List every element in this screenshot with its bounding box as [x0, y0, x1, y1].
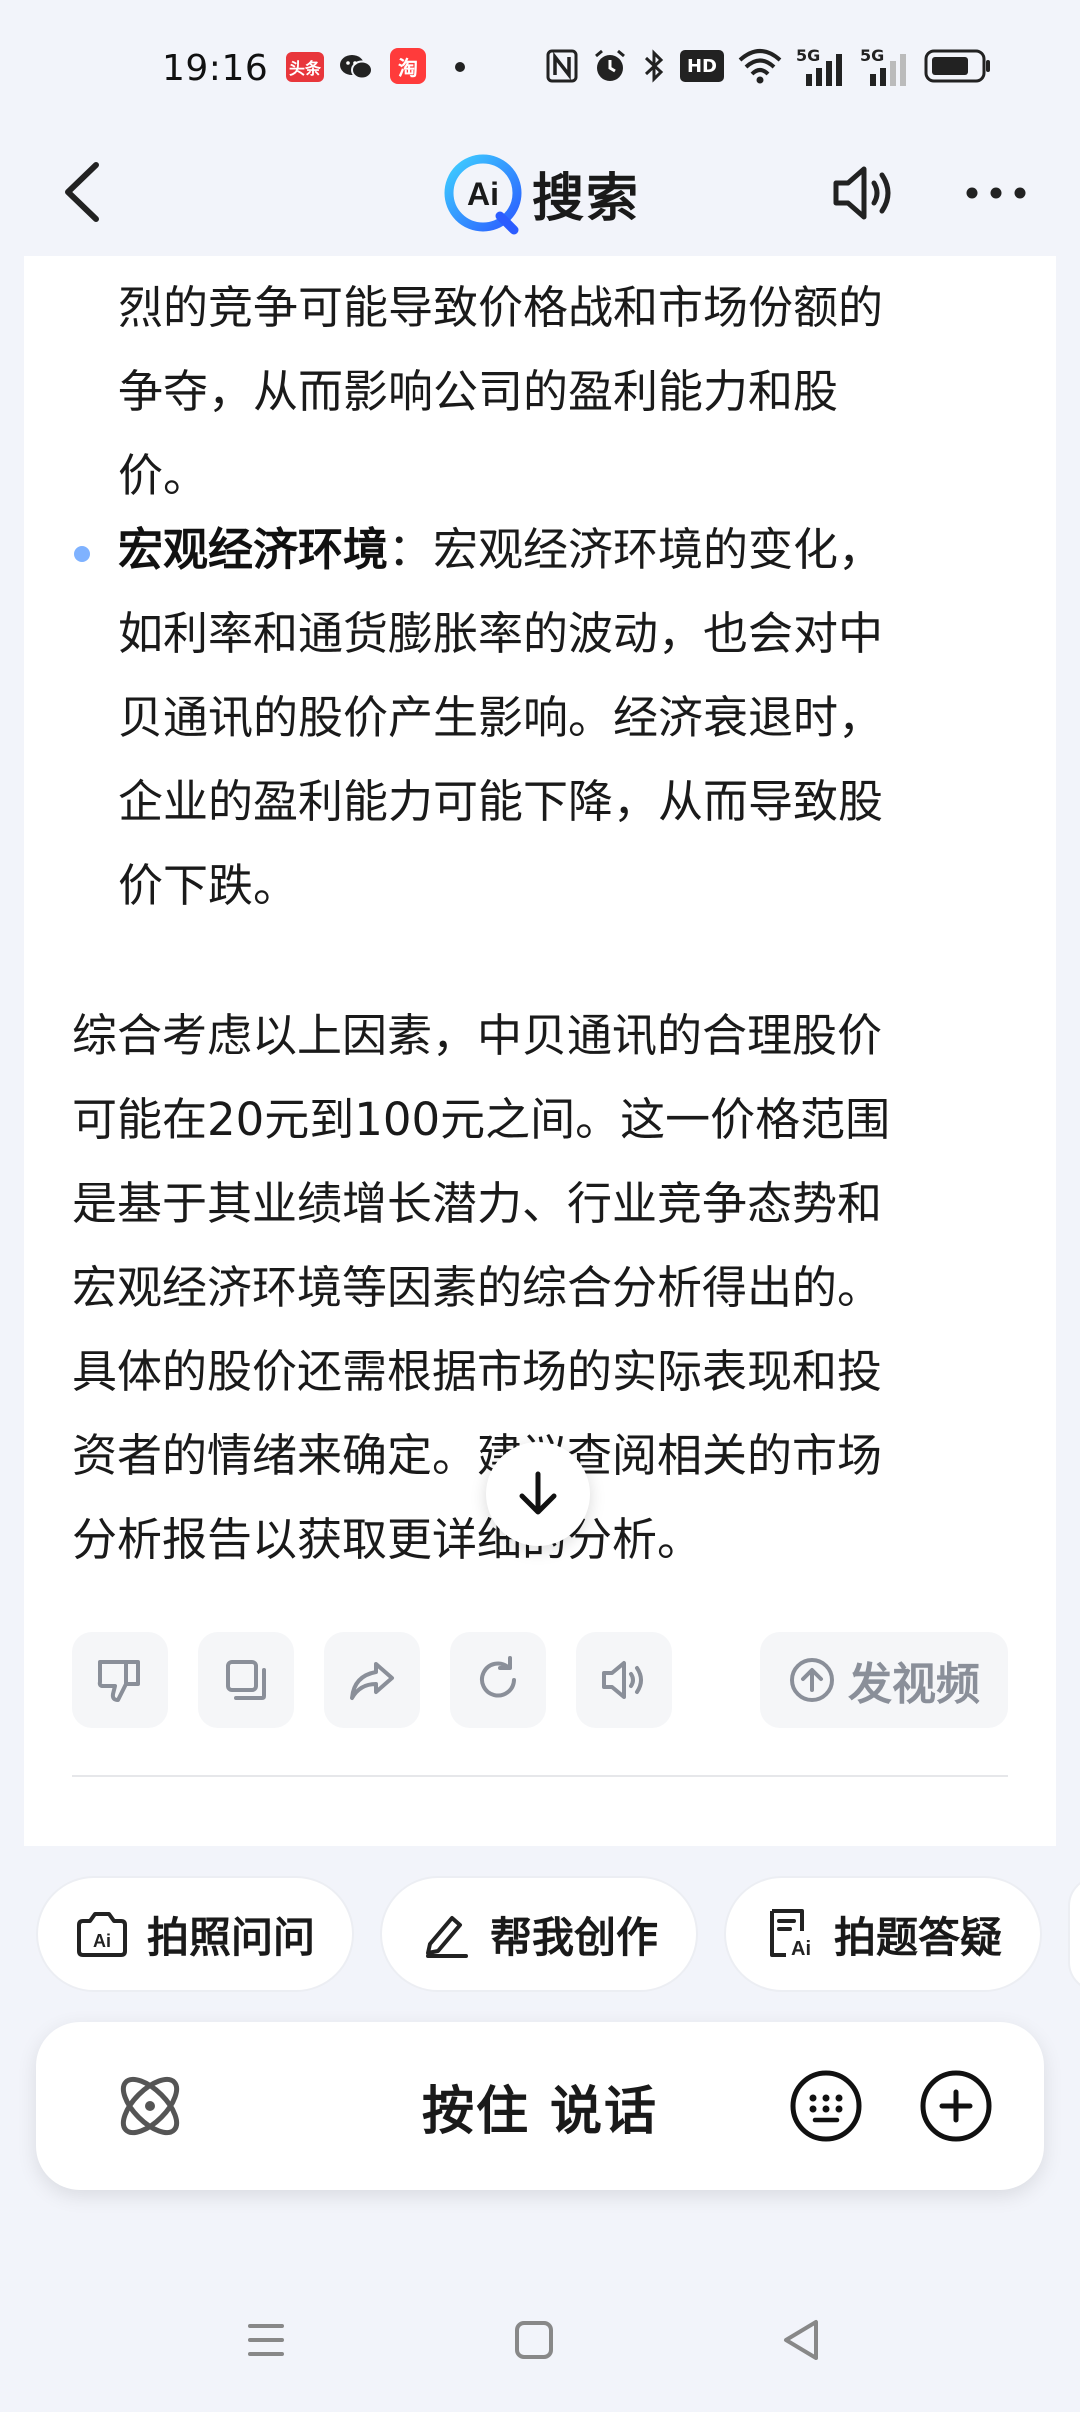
answer-summary: 综合考虑以上因素，中贝通讯的合理股价 可能在20元到100元之间。这一价格范围 … — [72, 994, 890, 1582]
chip-photo-question[interactable]: Ai 拍题答疑 — [724, 1876, 1042, 1992]
play-audio-button[interactable] — [576, 1632, 672, 1728]
wechat-notification-icon — [338, 52, 374, 82]
bluetooth-icon — [644, 49, 664, 83]
nav-menu-button[interactable] — [236, 2310, 296, 2370]
read-aloud-button[interactable] — [826, 155, 902, 231]
upload-circle-icon — [790, 1658, 834, 1702]
logo-mark-text: Ai — [467, 176, 499, 212]
add-attachment-button[interactable] — [918, 2068, 994, 2144]
signal-5g-icon: 5G — [860, 46, 910, 86]
text-line: 企业的盈利能力可能下降，从而导致股 — [118, 775, 884, 828]
bullet-title: 宏观经济环境 — [118, 523, 389, 576]
hd-label: HD — [686, 55, 717, 77]
post-video-label: 发视频 — [848, 1659, 980, 1710]
wifi-icon — [738, 49, 782, 84]
text-line: 贝通讯的股价产生影响。经济衰退时， — [118, 691, 884, 744]
text-line: ：宏观经济环境的变化， — [388, 523, 884, 576]
section-divider — [72, 1775, 1008, 1777]
quick-action-chips: Ai 拍照问问 帮我创作 Ai 拍题答疑 — [0, 1876, 1080, 1992]
hd-icon: HD — [680, 50, 724, 82]
speaker-icon — [833, 166, 891, 220]
chip-label: 帮我创作 — [489, 1912, 658, 1962]
plus-circle-icon — [920, 2070, 992, 2142]
chip-label: 拍照问问 — [146, 1912, 315, 1962]
text-line: 如利率和通货膨胀率的波动，也会对中 — [118, 607, 884, 660]
regenerate-button[interactable] — [450, 1632, 546, 1728]
top-app-bar: Ai 搜索 — [0, 135, 1080, 255]
text-line: 价。 — [118, 449, 209, 502]
keyboard-input-button[interactable] — [788, 2068, 864, 2144]
voice-input-bar: 按住 说话 — [36, 2022, 1044, 2190]
camera-ai-icon: Ai — [76, 1912, 127, 1957]
app-logo: Ai 搜索 — [440, 145, 640, 241]
status-bar: 19:16 头条 淘 HD 5G 5G — [0, 0, 1080, 135]
text-line: 综合考虑以上因素，中贝通讯的合理股价 — [72, 1009, 883, 1062]
square-icon — [515, 2321, 553, 2359]
more-options-button[interactable] — [958, 155, 1034, 231]
arrow-down-icon — [519, 1471, 557, 1515]
svg-text:Ai: Ai — [93, 1931, 111, 1951]
text-line: 争夺，从而影响公司的盈利能力和股 — [118, 365, 839, 418]
refresh-icon — [480, 1656, 516, 1698]
more-notifications-dot — [455, 62, 465, 72]
atom-icon — [120, 2076, 180, 2136]
text-line: 分析报告以获取更详细的分析。 — [72, 1513, 703, 1566]
ai-search-logo-icon: Ai — [444, 154, 522, 235]
chip-label: 拍题答疑 — [833, 1912, 1002, 1962]
text-line: 价下跌。 — [118, 859, 299, 912]
nav-home-button[interactable] — [504, 2310, 564, 2370]
taobao-notification-icon: 淘 — [390, 48, 426, 84]
answer-text-continued: 烈的竞争可能导致价格战和市场份额的 争夺，从而影响公司的盈利能力和股 价。 — [118, 266, 883, 518]
text-line: 宏观经济环境等因素的综合分析得出的。 — [72, 1261, 883, 1314]
post-video-button[interactable]: 发视频 — [760, 1632, 1008, 1728]
page-title: 搜索 — [532, 168, 641, 229]
text-line: 资者的情绪来确定。建议查阅相关的市场 — [72, 1429, 883, 1482]
chip-more-partial[interactable] — [1068, 1876, 1080, 1992]
page: 19:16 头条 淘 HD 5G 5G Ai 搜索 烈的竞争可能导致价格战和市场… — [0, 0, 1080, 2412]
answer-actions: 发视频 — [24, 1632, 1056, 1728]
chevron-left-icon — [65, 162, 99, 222]
chip-photo-ask[interactable]: Ai 拍照问问 — [36, 1876, 354, 1992]
thumbs-down-icon — [97, 1660, 140, 1702]
more-dots-icon — [966, 187, 1026, 199]
scroll-to-bottom-button[interactable] — [486, 1442, 590, 1546]
text-line: 可能在20元到100元之间。这一价格范围 — [72, 1093, 891, 1146]
battery-icon — [924, 49, 990, 83]
menu-lines-icon — [248, 2324, 284, 2356]
toutiao-notification-icon: 头条 — [286, 52, 324, 82]
text-line: 具体的股价还需根据市场的实际表现和投 — [72, 1345, 883, 1398]
triangle-back-icon — [784, 2320, 818, 2360]
svg-text:Ai: Ai — [791, 1938, 811, 1960]
chip-help-create[interactable]: 帮我创作 — [380, 1876, 698, 1992]
bullet-item-macro-economy: 宏观经济环境：宏观经济环境的变化， 如利率和通货膨胀率的波动，也会对中 贝通讯的… — [118, 508, 883, 928]
dislike-button[interactable] — [72, 1632, 168, 1728]
signal-5g-icon: 5G — [796, 46, 846, 86]
keyboard-icon — [790, 2070, 862, 2142]
alarm-icon — [595, 49, 625, 81]
answer-card: 烈的竞争可能导致价格战和市场份额的 争夺，从而影响公司的盈利能力和股 价。 宏观… — [24, 256, 1056, 1846]
status-time: 19:16 — [162, 48, 269, 89]
text-line: 是基于其业绩增长潜力、行业竞争态势和 — [72, 1177, 883, 1230]
bullet-first-line: 宏观经济环境：宏观经济环境的变化， — [118, 508, 883, 592]
system-navigation-bar — [0, 2290, 1080, 2412]
back-button[interactable] — [52, 157, 122, 227]
document-ai-icon: Ai — [769, 1909, 811, 1960]
copy-button[interactable] — [198, 1632, 294, 1728]
share-button[interactable] — [324, 1632, 420, 1728]
share-arrow-icon — [350, 1662, 394, 1700]
copy-icon — [226, 1660, 266, 1700]
assistant-mode-button[interactable] — [104, 2060, 196, 2152]
status-icons: HD 5G 5G — [546, 44, 992, 88]
nav-back-button[interactable] — [772, 2310, 832, 2370]
bullet-point — [74, 546, 90, 562]
speaker-icon — [602, 1661, 643, 1699]
pen-icon — [425, 1916, 468, 1958]
nfc-icon — [546, 49, 578, 83]
text-line: 烈的竞争可能导致价格战和市场份额的 — [118, 281, 884, 334]
